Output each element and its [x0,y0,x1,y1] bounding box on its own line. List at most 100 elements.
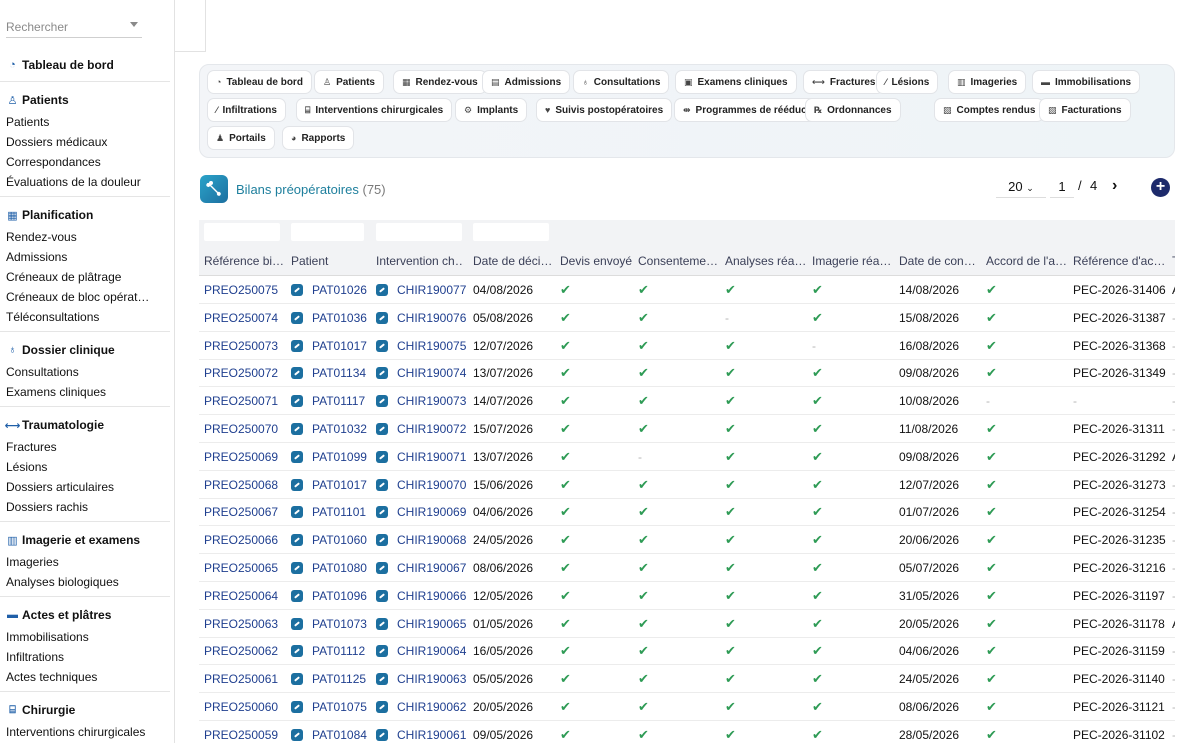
table-row[interactable]: PREO250066 PAT01060 CHIR190068 24/05/2026 ✔ ✔… [199,526,1175,555]
table-cell[interactable]: PREO250068 [204,478,290,492]
module-chip-portails[interactable]: ♟ Portails [207,126,275,150]
table-cell[interactable]: PAT01096 [291,589,375,603]
sidebar-item-interventions-chirurgicales[interactable]: Interventions chirurgicales [0,722,170,742]
table-cell[interactable]: CHIR190069 [376,505,470,519]
sidebar-item-immobilisations[interactable]: Immobilisations [0,627,170,647]
cell-link-text[interactable]: CHIR190074 [397,366,466,380]
table-cell[interactable]: PAT01075 [291,700,375,714]
cell-link-text[interactable]: PAT01084 [312,728,367,742]
column-header[interactable]: Consenteme… [638,254,718,268]
sidebar-item-creneaux-de-bloc-operat[interactable]: Créneaux de bloc opérat… [0,287,170,307]
cell-link-text[interactable]: PAT01032 [312,422,367,436]
table-cell[interactable]: PAT01101 [291,505,375,519]
cell-link-text[interactable]: CHIR190077 [397,283,466,297]
module-chip-ordonnances[interactable]: ℞ Ordonnances [805,98,901,122]
sidebar-dashboard[interactable]: ◔ Tableau de bord [0,56,170,74]
sidebar-group-title[interactable]: ▬ Actes et plâtres [0,606,170,624]
column-header[interactable]: Accord de l'a… [986,254,1066,268]
table-cell[interactable]: PAT01073 [291,617,375,631]
table-cell[interactable]: PAT01112 [291,644,375,658]
cell-link-text[interactable]: PAT01125 [312,672,366,686]
sidebar-item-consultations[interactable]: Consultations [0,362,170,382]
column-header[interactable]: Référence d'ac… [1073,254,1165,268]
sidebar-group-title[interactable]: ▥ Imagerie et examens [0,531,170,549]
table-cell[interactable]: CHIR190075 [376,339,470,353]
module-chip-imageries[interactable]: ▥ Imageries [948,70,1027,94]
table-cell[interactable]: PREO250069 [204,450,290,464]
table-row[interactable]: PREO250074 PAT01036 CHIR190076 05/08/2026 ✔ ✔… [199,304,1175,332]
table-row[interactable]: PREO250063 PAT01073 CHIR190065 01/05/2026 ✔ ✔… [199,610,1175,638]
table-cell[interactable]: PAT01125 [291,672,375,686]
table-cell[interactable]: CHIR190064 [376,644,470,658]
table-cell[interactable]: PAT01099 [291,450,375,464]
cell-link-text[interactable]: CHIR190070 [397,478,466,492]
sidebar-item-dashboard[interactable]: ◔ Tableau de bord [0,56,170,74]
sidebar-item-dossiers-medicaux[interactable]: Dossiers médicaux [0,132,170,152]
cell-link-text[interactable]: CHIR190061 [397,728,466,742]
cell-link-text[interactable]: PAT01099 [312,450,367,464]
cell-link-text[interactable]: CHIR190072 [397,422,466,436]
module-chip-patients[interactable]: ♙ Patients [314,70,384,94]
sidebar-group-title[interactable]: ♙ Patients [0,91,170,109]
cell-link-text[interactable]: PAT01101 [312,505,366,519]
table-cell[interactable]: PAT01134 [291,366,375,380]
column-header[interactable]: Référence bi… [204,254,284,268]
table-cell[interactable]: PREO250066 [204,533,290,547]
column-header[interactable]: Patient [291,254,369,268]
table-cell[interactable]: CHIR190067 [376,561,470,575]
table-cell[interactable]: PREO250071 [204,394,290,408]
cell-link-text[interactable]: PAT01096 [312,589,367,603]
table-cell[interactable]: PAT01060 [291,533,375,547]
sidebar-item-analyses-biologiques[interactable]: Analyses biologiques [0,572,170,592]
next-page-button[interactable]: › [1112,177,1117,195]
page-size-select[interactable]: 20 ⌄ [996,178,1046,198]
column-header[interactable]: T [1172,254,1175,268]
table-row[interactable]: PREO250065 PAT01080 CHIR190067 08/06/2026 ✔ ✔… [199,554,1175,582]
column-filter-input[interactable] [204,223,280,241]
cell-link-text[interactable]: CHIR190068 [397,533,466,547]
table-cell[interactable]: PAT01036 [291,311,375,325]
module-chip-fractures[interactable]: ⟷ Fractures [803,70,885,94]
page-number-input[interactable]: 1 [1050,178,1074,198]
cell-link-text[interactable]: CHIR190066 [397,589,466,603]
table-cell[interactable]: CHIR190070 [376,478,470,492]
table-cell[interactable]: PREO250060 [204,700,290,714]
table-cell[interactable]: PREO250075 [204,283,290,297]
table-cell[interactable]: CHIR190071 [376,450,470,464]
table-cell[interactable]: PAT01032 [291,422,375,436]
cell-link-text[interactable]: PAT01080 [312,561,367,575]
sidebar-item-creneaux-de-platrage[interactable]: Créneaux de plâtrage [0,267,170,287]
cell-link-text[interactable]: CHIR190076 [397,311,466,325]
table-cell[interactable]: PAT01026 [291,283,375,297]
table-cell[interactable]: CHIR190065 [376,617,470,631]
module-chip-interventions-chirurgicales[interactable]: ⌸ Interventions chirurgicales [296,98,453,122]
cell-link-text[interactable]: PAT01026 [312,283,367,297]
sidebar-item-correspondances[interactable]: Correspondances [0,152,170,172]
table-cell[interactable]: PAT01117 [291,394,375,408]
column-header[interactable]: Date de déci… [473,254,551,268]
table-row[interactable]: PREO250070 PAT01032 CHIR190072 15/07/2026 ✔ ✔… [199,415,1175,443]
cell-link-text[interactable]: PAT01017 [312,478,367,492]
table-row[interactable]: PREO250059 PAT01084 CHIR190061 09/05/2026 ✔ ✔… [199,721,1175,743]
module-chip-suivis-postoperatoires[interactable]: ♥ Suivis postopératoires [536,98,673,122]
table-row[interactable]: PREO250062 PAT01112 CHIR190064 16/05/2026 ✔ ✔… [199,637,1175,666]
cell-link-text[interactable]: CHIR190062 [397,700,466,714]
table-cell[interactable]: CHIR190073 [376,394,470,408]
module-chip-admissions[interactable]: ▤ Admissions [482,70,571,94]
column-filter-input[interactable] [376,223,462,241]
cell-link-text[interactable]: CHIR190067 [397,561,466,575]
table-cell[interactable]: PAT01084 [291,728,375,742]
table-cell[interactable]: PAT01017 [291,478,375,492]
module-chip-lesions[interactable]: ⁄ Lésions [876,70,939,94]
table-cell[interactable]: CHIR190076 [376,311,470,325]
table-cell[interactable]: CHIR190062 [376,700,470,714]
table-row[interactable]: PREO250068 PAT01017 CHIR190070 15/06/2026 ✔ ✔… [199,471,1175,499]
table-cell[interactable]: PAT01080 [291,561,375,575]
cell-link-text[interactable]: PAT01060 [312,533,367,547]
cell-link-text[interactable]: PAT01075 [312,700,367,714]
table-cell[interactable]: PREO250061 [204,672,290,686]
sidebar-item-lesions[interactable]: Lésions [0,457,170,477]
table-cell[interactable]: PAT01017 [291,339,375,353]
column-filter-input[interactable] [473,223,549,241]
sidebar-group-title[interactable]: ⌸ Chirurgie [0,701,170,719]
